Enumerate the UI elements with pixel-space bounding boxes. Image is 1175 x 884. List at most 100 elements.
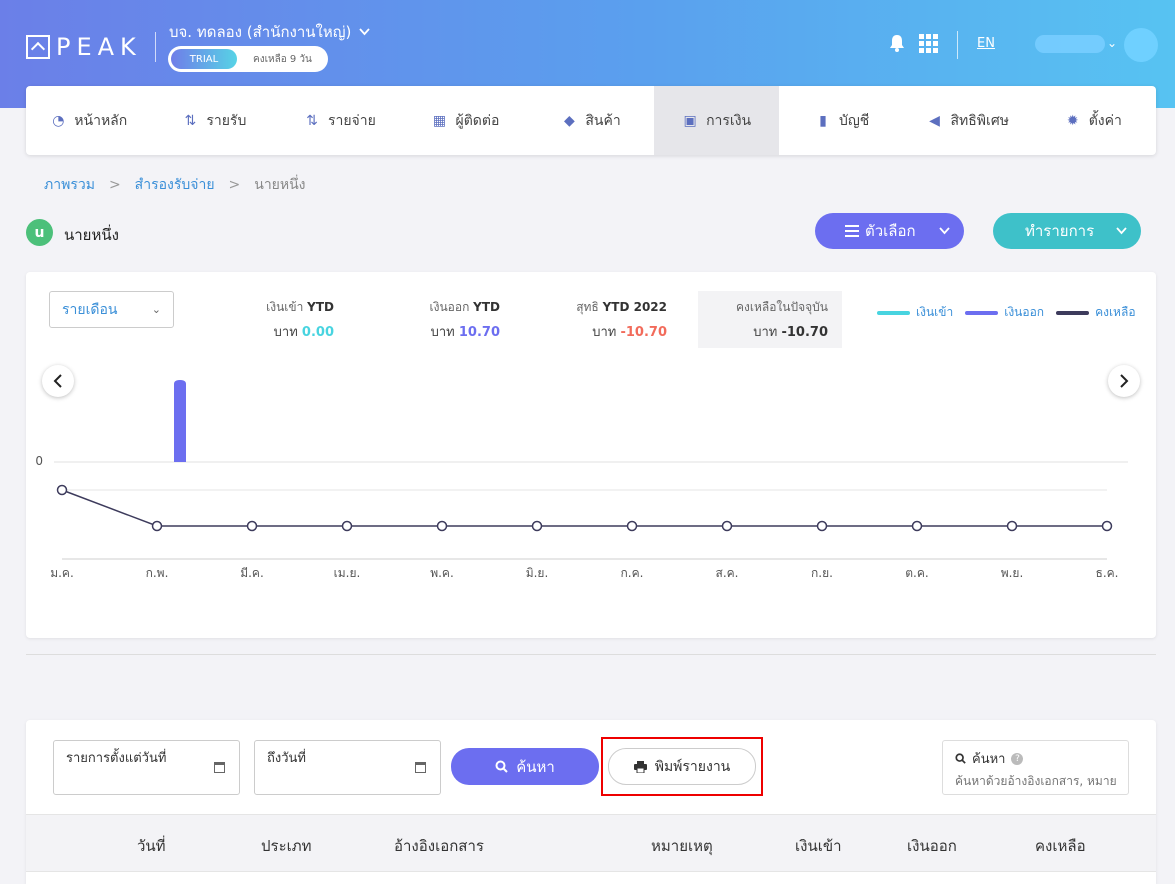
ledger-icon: ▮ — [819, 112, 827, 129]
trial-status: TRIAL คงเหลือ 9 วัน — [168, 46, 328, 72]
point-balance — [246, 520, 258, 532]
nav-item-2[interactable]: ⇅ รายจ่าย — [277, 86, 403, 155]
language-switch[interactable]: EN — [977, 36, 995, 51]
chevron-down-icon — [1116, 227, 1127, 235]
search-button[interactable]: ค้นหา — [451, 748, 599, 785]
nav-item-8[interactable]: ✹ ตั้งค่า — [1031, 86, 1157, 155]
page-title: นายหนึ่ง — [64, 226, 119, 244]
nav-item-0[interactable]: ◔ หน้าหลัก — [26, 86, 152, 155]
point-balance — [626, 520, 638, 532]
col-reference[interactable]: อ้างอิงเอกสาร — [394, 834, 484, 858]
x-tick-label: ก.ย. — [811, 566, 833, 580]
header-divider — [155, 32, 156, 62]
x-tick-label: เม.ย. — [334, 566, 361, 580]
nav-item-label: สินค้า — [585, 112, 621, 129]
from-date-field[interactable]: รายการตั้งแต่วันที่ — [53, 740, 240, 795]
contacts-icon: ▦ — [432, 112, 447, 129]
search-box-title: ค้นหา — [972, 752, 1006, 767]
x-tick-label: พ.ย. — [1001, 566, 1024, 580]
to-date-field[interactable]: ถึงวันที่ — [254, 740, 441, 795]
col-note[interactable]: หมายเหตุ — [651, 834, 713, 858]
y-tick-label: 0 — [35, 454, 43, 468]
trial-badge: TRIAL — [171, 49, 237, 69]
search-icon — [495, 760, 508, 773]
breadcrumb-current: นายหนึ่ง — [254, 177, 306, 193]
col-income[interactable]: เงินเข้า — [795, 834, 842, 858]
nav-item-label: ตั้งค่า — [1088, 112, 1122, 129]
x-tick-label: ก.พ. — [146, 566, 169, 580]
nav-item-1[interactable]: ⇅ รายรับ — [152, 86, 278, 155]
money-icon: ▣ — [683, 112, 697, 129]
nav-item-5[interactable]: ▣ การเงิน — [653, 86, 780, 155]
nav-item-6[interactable]: ▮ บัญชี — [779, 86, 905, 155]
nav-item-3[interactable]: ▦ ผู้ติดต่อ — [403, 86, 529, 155]
keyword-search-input[interactable] — [955, 774, 1116, 788]
point-balance — [721, 520, 733, 532]
col-balance[interactable]: คงเหลือ — [1035, 834, 1086, 858]
col-date[interactable]: วันที่ — [137, 834, 166, 858]
menu-icon — [845, 225, 859, 237]
point-balance — [911, 520, 923, 532]
nav-item-label: การเงิน — [706, 112, 752, 129]
series-line-balance — [61, 489, 1107, 527]
nav-item-label: หน้าหลัก — [74, 112, 128, 129]
point-balance — [341, 520, 353, 532]
to-date-label: ถึงวันที่ — [267, 751, 306, 766]
income-icon: ⇅ — [184, 112, 197, 129]
apps-grid-icon[interactable] — [919, 34, 938, 53]
calendar-icon[interactable] — [214, 762, 225, 773]
help-icon[interactable]: ? — [1011, 752, 1024, 765]
account-avatar: u — [26, 219, 53, 246]
point-balance — [436, 520, 448, 532]
main-nav: ◔ หน้าหลัก ⇅ รายรับ ⇅ รายจ่าย ▦ ผู้ติดต่อ ◆ สินค้… — [26, 86, 1156, 155]
point-balance — [1006, 520, 1018, 532]
company-name: บจ. ทดลอง (สำนักงานใหญ่) — [169, 23, 352, 41]
nav-item-label: รายรับ — [206, 112, 247, 129]
nav-item-4[interactable]: ◆ สินค้า — [528, 86, 654, 155]
calendar-icon[interactable] — [415, 762, 426, 773]
expense-icon: ⇅ — [306, 112, 318, 129]
x-tick-label: มิ.ย. — [526, 566, 549, 580]
keyword-search-box: ค้นหา ? — [942, 740, 1129, 795]
avatar[interactable] — [1124, 28, 1158, 62]
table-header: วันที่ ประเภท อ้างอิงเอกสาร หมายเหตุ เงิ… — [26, 814, 1156, 872]
breadcrumb-separator: > — [228, 177, 241, 193]
x-tick-label: พ.ค. — [430, 566, 454, 580]
nav-item-label: ผู้ติดต่อ — [455, 112, 500, 129]
bell-icon[interactable] — [887, 33, 907, 53]
logo-text: PEAK — [56, 33, 142, 61]
summary-chart-card: รายเดือน ⌄ เงินเข้า YTD บาท 0.00 เงินออก… — [26, 272, 1156, 638]
chevron-right-icon — [1120, 374, 1129, 388]
print-report-button[interactable]: พิมพ์รายงาน — [608, 748, 756, 785]
printer-icon — [633, 760, 647, 773]
print-button-label: พิมพ์รายงาน — [654, 757, 731, 774]
chart-next-button[interactable] — [1108, 365, 1140, 397]
breadcrumb-petty-cash[interactable]: สำรองรับจ่าย — [135, 174, 215, 196]
trial-remaining: คงเหลือ 9 วัน — [253, 53, 312, 65]
x-tick-label: ม.ค. — [50, 566, 74, 580]
col-expense[interactable]: เงินออก — [907, 834, 957, 858]
point-balance — [816, 520, 828, 532]
user-name-blurred[interactable] — [1035, 35, 1105, 53]
peak-logo[interactable]: PEAK — [26, 33, 142, 61]
col-type[interactable]: ประเภท — [261, 834, 312, 858]
chart-prev-button[interactable] — [42, 365, 74, 397]
cashflow-chart: 0 ม.ค. ก.พ. มี.ค. เม.ย. พ.ค. มิ.ย. ก.ค. ส.ค. ก.ย.… — [35, 380, 1128, 580]
point-balance — [56, 484, 68, 496]
x-tick-label: ส.ค. — [716, 566, 739, 580]
breadcrumb: ภาพรวม > สำรองรับจ่าย > นายหนึ่ง — [44, 174, 306, 196]
nav-item-7[interactable]: ◀ สิทธิพิเศษ — [905, 86, 1031, 155]
make-transaction-button[interactable]: ทำรายการ — [993, 213, 1141, 249]
nav-item-label: บัญชี — [838, 112, 870, 129]
point-balance — [531, 520, 543, 532]
point-balance — [1101, 520, 1113, 532]
x-tick-label: มี.ค. — [240, 566, 264, 580]
dashboard-icon: ◔ — [52, 112, 65, 129]
transaction-label: ทำรายการ — [1025, 223, 1095, 240]
options-button[interactable]: ตัวเลือก — [815, 213, 964, 249]
from-date-label: รายการตั้งแต่วันที่ — [66, 751, 167, 766]
breadcrumb-overview[interactable]: ภาพรวม — [44, 174, 95, 196]
chevron-down-icon[interactable]: ⌄ — [1107, 36, 1117, 50]
company-switcher[interactable]: บจ. ทดลอง (สำนักงานใหญ่) — [169, 20, 371, 44]
nav-item-label: สิทธิพิเศษ — [950, 112, 1009, 129]
